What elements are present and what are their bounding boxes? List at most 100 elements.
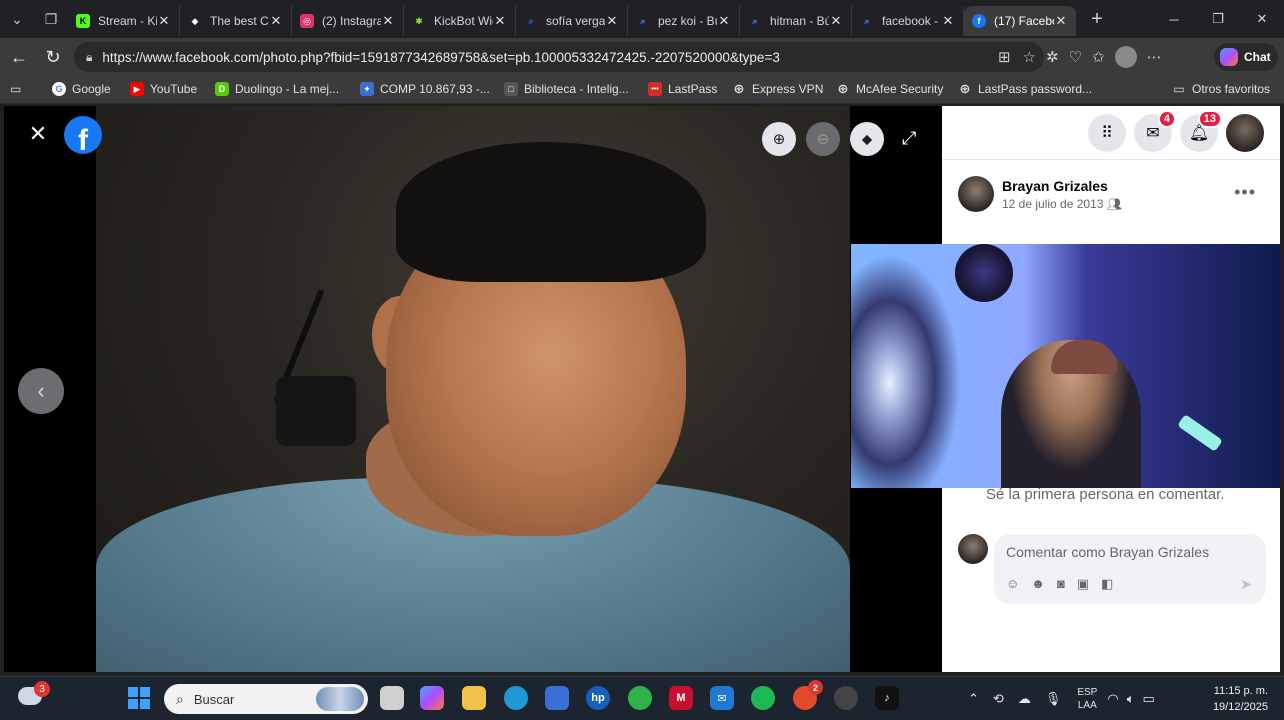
fullscreen-icon[interactable]: ⤢ (902, 128, 916, 149)
hp-icon[interactable]: hp (586, 686, 610, 710)
url-text[interactable]: https://www.facebook.com/photo.php?fbid=… (102, 50, 779, 65)
tiktok-icon[interactable]: ♪ (875, 686, 899, 710)
menu-grid-icon[interactable]: ⠿ (1088, 113, 1126, 152)
search-icon: ⌕ (640, 15, 646, 26)
close-photo-icon[interactable]: ✕ (26, 121, 50, 146)
reload-icon[interactable]: ↻ (36, 40, 70, 74)
edge-icon[interactable] (504, 686, 528, 710)
close-tab-icon[interactable]: ✕ (717, 13, 731, 29)
new-tab-plus-icon[interactable]: + (1082, 4, 1112, 34)
tab-actions-chevron-icon[interactable]: ⌄ (0, 0, 34, 38)
close-window-icon[interactable]: ✕ (1240, 0, 1284, 38)
taskbar-clock[interactable]: 11:15 p. m. 19/12/2025 (1213, 683, 1268, 715)
wifi-icon[interactable]: ◠ (1107, 691, 1118, 707)
task-view-icon[interactable] (380, 686, 404, 710)
emoji-icon[interactable]: ☻ (1031, 576, 1045, 592)
workspaces-icon[interactable]: ❐ (34, 0, 68, 38)
file-explorer-icon[interactable] (462, 686, 486, 710)
taskbar-search[interactable]: ⌕ Buscar (164, 684, 368, 714)
bookmark-express-vpn[interactable]: ⊕ Express VPN (732, 81, 824, 96)
tab-instagram[interactable]: ◎(2) Instagram✕ (292, 6, 404, 36)
close-tab-icon[interactable]: ✕ (941, 13, 955, 29)
collections-icon[interactable]: ▭ (10, 82, 21, 96)
mail-icon[interactable]: ✉ (710, 686, 734, 710)
close-tab-icon[interactable]: ✕ (605, 13, 619, 29)
no-comments-text: Sé la primera persona en comentar. (986, 486, 1225, 503)
tab-sofia[interactable]: ⌕ sofía vergar ✕ (516, 6, 628, 36)
tab-best-ch[interactable]: ◆ The best Ch ✕ (180, 6, 292, 36)
other-favorites[interactable]: ▭ Otros favoritos (1172, 82, 1270, 96)
tab-facebook[interactable]: f(17) Facebook✕ (964, 6, 1076, 36)
bookmark-comp[interactable]: ✦ COMP 10.867,93 -... (360, 82, 490, 96)
zoom-in-icon[interactable]: ⊕ (762, 122, 796, 156)
spotify-icon[interactable] (751, 686, 775, 710)
bookmark-biblioteca[interactable]: □ Biblioteca - Intelig... (504, 82, 629, 96)
extensions-puzzle-icon[interactable]: ✲ (1046, 48, 1059, 66)
omnibox-actions: ⊞ ☆ (998, 42, 1036, 72)
camera-icon[interactable]: ◙ (1057, 576, 1065, 592)
close-tab-icon[interactable]: ✕ (269, 13, 283, 29)
minimize-icon[interactable]: ─ (1152, 0, 1196, 38)
back-arrow-icon[interactable]: ← (2, 40, 36, 74)
folder-icon: ▭ (1173, 82, 1185, 96)
favorites-icon[interactable]: ✩ (1092, 48, 1105, 66)
obs-icon[interactable] (834, 686, 858, 710)
sync-icon[interactable]: ⟲ (993, 691, 1004, 707)
input-language[interactable]: ESP LAA (1077, 686, 1097, 712)
store-icon[interactable] (545, 686, 569, 710)
microphone-icon[interactable]: 🎙︎ (1045, 691, 1062, 707)
close-tab-icon[interactable]: ✕ (381, 13, 395, 29)
mcafee-icon[interactable]: M (669, 686, 693, 710)
address-bar[interactable]: 🔒︎ https://www.facebook.com/photo.php?fb… (74, 42, 1044, 72)
bookmark-lastpass-password[interactable]: ⊕ LastPass password... (958, 81, 1093, 96)
windows-start-icon[interactable] (128, 687, 150, 709)
app-available-icon[interactable]: ⊞ (998, 48, 1011, 66)
audience-friends-icon: 👥︎ (1106, 196, 1122, 211)
tab-kickbot[interactable]: ✱ KickBot Wid ✕ (404, 6, 516, 36)
sticker-icon[interactable]: ◧ (1101, 576, 1113, 592)
close-tab-icon[interactable]: ✕ (493, 13, 507, 29)
webcam-overlay (851, 244, 1281, 488)
profile-avatar[interactable] (1114, 46, 1137, 68)
browser-essentials-icon[interactable]: ♡ (1069, 48, 1082, 66)
previous-photo-chevron-icon[interactable]: ‹ (18, 368, 64, 414)
bookmark-youtube[interactable]: ▶ YouTube (130, 82, 197, 96)
bookmark-mcafee[interactable]: ⊕ McAfee Security (836, 81, 944, 96)
comment-input[interactable]: Comentar como Brayan Grizales ☺ ☻ ◙ ▣ ◧ … (994, 534, 1266, 604)
favorite-star-icon[interactable]: ☆ (1023, 48, 1036, 66)
messenger-icon[interactable]: ✉ 4 (1134, 109, 1176, 152)
maximize-icon[interactable]: ❐ (1196, 0, 1240, 38)
bookmark-google[interactable]: G Google (52, 82, 111, 96)
onedrive-icon[interactable]: ☁ (1018, 691, 1031, 707)
photo-hair (396, 142, 706, 282)
close-tab-icon[interactable]: ✕ (829, 13, 843, 29)
tab-facebook-search[interactable]: ⌕facebook - B✕ (852, 6, 964, 36)
close-tab-icon[interactable]: ✕ (157, 13, 171, 29)
more-menu-icon[interactable]: ⋯ (1147, 48, 1162, 66)
author-avatar[interactable] (958, 176, 994, 212)
copilot-chat-button[interactable]: Chat (1214, 43, 1278, 71)
tab-kick[interactable]: KStream - Kick✕ (68, 6, 180, 36)
site-info-icon[interactable]: 🔒︎ (86, 50, 92, 65)
game-app-icon[interactable]: 2 (793, 680, 823, 710)
tab-pez-koi[interactable]: ⌕ pez koi - Bú ✕ (628, 6, 740, 36)
gif-icon[interactable]: ▣ (1077, 576, 1089, 592)
weather-widget-icon[interactable]: 3 (18, 681, 50, 705)
tab-strip: ⌄ ❐ KStream - Kick✕ ◆The best Ch✕ ◎(2) I… (0, 0, 1284, 38)
tab-hitman[interactable]: ⌕ hitman - Bú ✕ (740, 6, 852, 36)
author-name[interactable]: Brayan Grizales (1002, 178, 1122, 194)
show-hidden-icons-chevron-icon[interactable]: ⌃ (968, 691, 979, 707)
battery-icon[interactable]: ▭ (1143, 691, 1155, 707)
notifications-bell-icon[interactable]: 🔔︎ 13 (1180, 109, 1222, 152)
avatar-sticker-icon[interactable]: ☺ (1006, 576, 1019, 592)
close-tab-icon[interactable]: ✕ (1054, 13, 1068, 29)
chrome-icon[interactable] (628, 686, 652, 710)
tag-icon[interactable]: ⬥ (850, 122, 884, 156)
volume-icon[interactable]: 🔈︎ (1127, 691, 1135, 707)
bookmark-duolingo[interactable]: D Duolingo - La mej... (215, 82, 339, 96)
account-avatar[interactable] (1226, 113, 1264, 152)
copilot-app-icon[interactable] (420, 686, 444, 710)
post-more-options-icon[interactable]: ••• (1234, 182, 1256, 203)
facebook-logo-icon[interactable]: f (64, 116, 102, 154)
bookmark-lastpass[interactable]: ••• LastPass (648, 82, 717, 96)
